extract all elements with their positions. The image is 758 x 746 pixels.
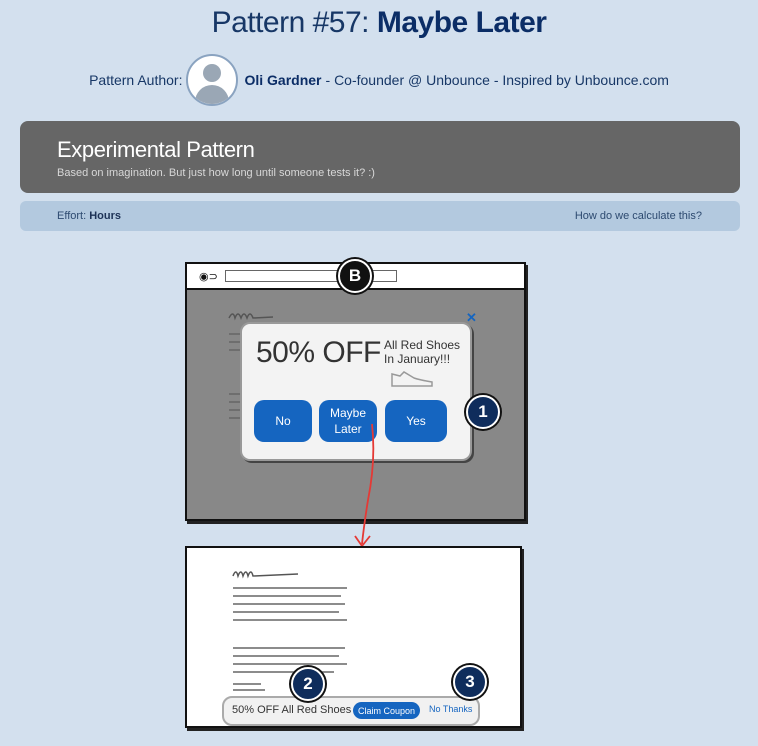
banner-subtitle: Based on imagination. But just how long …: [57, 167, 375, 179]
no-button[interactable]: No: [254, 400, 312, 442]
step-marker-3: 3: [453, 665, 487, 699]
banner-title: Experimental Pattern: [57, 137, 255, 162]
author-description: - Co-founder @ Unbounce - Inspired by Un…: [325, 72, 669, 88]
modal-text-line2: In January!!!: [384, 352, 451, 366]
effort-help-link[interactable]: How do we calculate this?: [575, 210, 702, 222]
avatar: [186, 54, 239, 106]
variant-b-marker: B: [338, 259, 372, 293]
avatar-shoulders: [195, 85, 230, 104]
author-row: Pattern Author: Oli Gardner - Co-founder…: [0, 54, 758, 106]
bottom-bar-text: 50% OFF All Red Shoes: [232, 704, 352, 716]
effort-bar: Effort: Hours How do we calculate this?: [20, 201, 740, 231]
coupon-bottom-bar: 50% OFF All Red Shoes Claim Coupon No Th…: [222, 696, 480, 726]
effort-value: Hours: [89, 210, 121, 222]
no-thanks-link[interactable]: No Thanks: [429, 704, 472, 714]
pattern-name: Maybe Later: [376, 6, 547, 39]
page-title: Pattern #57: Maybe Later: [0, 6, 758, 40]
modal-headline: 50% OFF: [256, 336, 381, 369]
flow-arrow-icon: [354, 423, 375, 548]
pattern-number: Pattern #57:: [211, 6, 370, 39]
step-marker-2: 2: [291, 667, 325, 701]
yes-button[interactable]: Yes: [385, 400, 447, 442]
author-label: Pattern Author:: [89, 72, 183, 88]
modal-text: All Red Shoes In January!!!: [384, 338, 474, 366]
pattern-illustration: ◉⊃ ✕ B 50% OFF All Red Shoes In January!…: [0, 0, 758, 746]
claim-coupon-button[interactable]: Claim Coupon: [353, 702, 420, 719]
effort-indicator: Effort: Hours: [57, 210, 121, 222]
eye-icon: ◉⊃: [199, 271, 218, 283]
step-marker-1: 1: [466, 395, 500, 429]
avatar-head: [203, 64, 222, 82]
author-name[interactable]: Oli Gardner: [244, 72, 321, 88]
effort-label: Effort:: [57, 210, 87, 222]
modal-text-line1: All Red Shoes: [384, 338, 461, 352]
shoe-icon: [391, 371, 433, 387]
experimental-banner: Experimental Pattern Based on imaginatio…: [20, 121, 740, 193]
